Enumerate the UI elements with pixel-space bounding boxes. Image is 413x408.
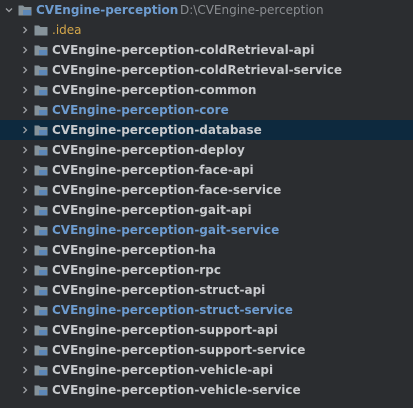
chevron-right-icon[interactable] — [18, 240, 32, 260]
tree-item[interactable]: CVEngine-perception-ha — [0, 240, 413, 260]
root-name: CVEngine-perception — [36, 3, 179, 17]
tree-item[interactable]: CVEngine-perception-deploy — [0, 140, 413, 160]
chevron-right-icon[interactable] — [18, 380, 32, 400]
tree-item-label: .idea — [52, 23, 82, 37]
tree-item-label: CVEngine-perception-gait-service — [52, 223, 280, 237]
module-folder-icon — [18, 4, 32, 16]
module-folder-icon — [34, 364, 48, 376]
chevron-right-icon[interactable] — [18, 40, 32, 60]
module-folder-icon — [34, 304, 48, 316]
tree-item[interactable]: CVEngine-perception-rpc — [0, 260, 413, 280]
tree-item-label: CVEngine-perception-database — [52, 123, 262, 137]
chevron-down-icon[interactable] — [2, 0, 16, 20]
module-folder-icon — [34, 324, 48, 336]
chevron-right-icon[interactable] — [18, 20, 32, 40]
tree-item[interactable]: CVEngine-perception-support-service — [0, 340, 413, 360]
chevron-right-icon[interactable] — [18, 320, 32, 340]
folder-icon — [34, 24, 48, 36]
tree-item[interactable]: CVEngine-perception-struct-service — [0, 300, 413, 320]
tree-item-label: CVEngine-perception-common — [52, 83, 257, 97]
tree-item-label: CVEngine-perception-face-service — [52, 183, 282, 197]
module-folder-icon — [34, 44, 48, 56]
chevron-right-icon[interactable] — [18, 340, 32, 360]
tree-item-label: CVEngine-perception-support-service — [52, 343, 306, 357]
tree-item-label: CVEngine-perception-gait-api — [52, 203, 252, 217]
chevron-right-icon[interactable] — [18, 260, 32, 280]
tree-item-label: CVEngine-perception-support-api — [52, 323, 278, 337]
chevron-right-icon[interactable] — [18, 60, 32, 80]
tree-item[interactable]: CVEngine-perception-database — [0, 120, 413, 140]
module-folder-icon — [34, 224, 48, 236]
module-folder-icon — [34, 244, 48, 256]
module-folder-icon — [34, 264, 48, 276]
module-folder-icon — [34, 84, 48, 96]
chevron-right-icon[interactable] — [18, 220, 32, 240]
chevron-right-icon[interactable] — [18, 140, 32, 160]
chevron-right-icon[interactable] — [18, 200, 32, 220]
tree-item-label: CVEngine-perception-deploy — [52, 143, 245, 157]
tree-item-label: CVEngine-perception-vehicle-api — [52, 363, 274, 377]
module-folder-icon — [34, 104, 48, 116]
tree-item[interactable]: CVEngine-perception-gait-api — [0, 200, 413, 220]
tree-item-label: CVEngine-perception-ha — [52, 243, 216, 257]
tree-item-label: CVEngine-perception-vehicle-service — [52, 383, 301, 397]
tree-item-label: CVEngine-perception-rpc — [52, 263, 221, 277]
module-folder-icon — [34, 384, 48, 396]
chevron-right-icon[interactable] — [18, 100, 32, 120]
tree-item[interactable]: CVEngine-perception-coldRetrieval-servic… — [0, 60, 413, 80]
tree-item[interactable]: CVEngine-perception-vehicle-api — [0, 360, 413, 380]
module-folder-icon — [34, 344, 48, 356]
tree-item[interactable]: CVEngine-perception-vehicle-service — [0, 380, 413, 400]
tree-item-label: CVEngine-perception-coldRetrieval-api — [52, 43, 315, 57]
module-folder-icon — [34, 144, 48, 156]
tree-item-label: CVEngine-perception-struct-service — [52, 303, 293, 317]
tree-item[interactable]: CVEngine-perception-support-api — [0, 320, 413, 340]
tree-item-label: CVEngine-perception-struct-api — [52, 283, 266, 297]
tree-item[interactable]: CVEngine-perception-common — [0, 80, 413, 100]
chevron-right-icon[interactable] — [18, 160, 32, 180]
project-tree: CVEngine-perception D:\CVEngine-percepti… — [0, 0, 413, 408]
tree-root[interactable]: CVEngine-perception D:\CVEngine-percepti… — [0, 0, 413, 20]
tree-item[interactable]: CVEngine-perception-face-service — [0, 180, 413, 200]
module-folder-icon — [34, 164, 48, 176]
tree-item[interactable]: CVEngine-perception-struct-api — [0, 280, 413, 300]
tree-item[interactable]: CVEngine-perception-face-api — [0, 160, 413, 180]
chevron-right-icon[interactable] — [18, 360, 32, 380]
chevron-right-icon[interactable] — [18, 80, 32, 100]
chevron-right-icon[interactable] — [18, 280, 32, 300]
module-folder-icon — [34, 284, 48, 296]
root-path: D:\CVEngine-perception — [180, 3, 324, 17]
module-folder-icon — [34, 204, 48, 216]
tree-item[interactable]: CVEngine-perception-coldRetrieval-api — [0, 40, 413, 60]
tree-item-label: CVEngine-perception-coldRetrieval-servic… — [52, 63, 343, 77]
tree-item-label: CVEngine-perception-face-api — [52, 163, 254, 177]
chevron-right-icon[interactable] — [18, 120, 32, 140]
tree-item[interactable]: .idea — [0, 20, 413, 40]
tree-item[interactable]: CVEngine-perception-gait-service — [0, 220, 413, 240]
chevron-right-icon[interactable] — [18, 180, 32, 200]
module-folder-icon — [34, 124, 48, 136]
tree-item-label: CVEngine-perception-core — [52, 103, 229, 117]
module-folder-icon — [34, 184, 48, 196]
module-folder-icon — [34, 64, 48, 76]
chevron-right-icon[interactable] — [18, 300, 32, 320]
tree-item[interactable]: CVEngine-perception-core — [0, 100, 413, 120]
